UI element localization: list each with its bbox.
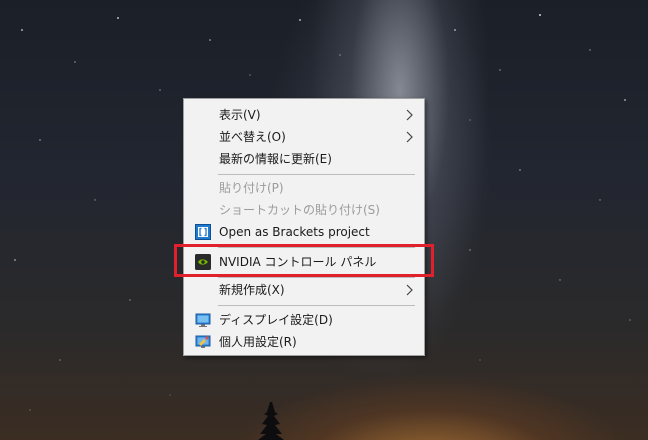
menu-item-paste[interactable]: 貼り付け(P)	[185, 177, 423, 199]
menu-separator	[218, 305, 415, 306]
menu-item-label: 並べ替え(O)	[219, 130, 286, 144]
menu-item-label: 貼り付け(P)	[219, 181, 284, 195]
menu-item-new[interactable]: 新規作成(X)	[185, 279, 423, 301]
menu-item-display-settings[interactable]: ディスプレイ設定(D)	[185, 309, 423, 331]
menu-item-view[interactable]: 表示(V)	[185, 104, 423, 126]
menu-item-label: 個人用設定(R)	[219, 335, 297, 349]
menu-item-open-brackets[interactable]: Open as Brackets project	[185, 221, 423, 243]
personalize-icon	[195, 335, 211, 348]
menu-item-label: ディスプレイ設定(D)	[219, 313, 333, 327]
menu-item-label: 表示(V)	[219, 108, 261, 122]
chevron-right-icon	[406, 284, 413, 296]
menu-item-personalize[interactable]: 個人用設定(R)	[185, 331, 423, 353]
menu-item-label: 最新の情報に更新(E)	[219, 152, 332, 166]
brackets-icon	[195, 224, 211, 240]
desktop-context-menu: 表示(V) 並べ替え(O) 最新の情報に更新(E) 貼り付け(P) ショートカッ…	[183, 98, 425, 356]
menu-item-label: Open as Brackets project	[219, 225, 370, 239]
menu-separator	[218, 277, 415, 278]
menu-item-label: ショートカットの貼り付け(S)	[219, 203, 380, 217]
menu-item-paste-shortcut[interactable]: ショートカットの貼り付け(S)	[185, 199, 423, 221]
menu-item-refresh[interactable]: 最新の情報に更新(E)	[185, 148, 423, 170]
chevron-right-icon	[406, 109, 413, 121]
menu-separator	[218, 174, 415, 175]
chevron-right-icon	[406, 131, 413, 143]
highlight-annotation-box	[174, 244, 434, 277]
display-settings-icon	[195, 313, 211, 327]
menu-item-label: 新規作成(X)	[219, 283, 285, 297]
menu-item-sort-by[interactable]: 並べ替え(O)	[185, 126, 423, 148]
